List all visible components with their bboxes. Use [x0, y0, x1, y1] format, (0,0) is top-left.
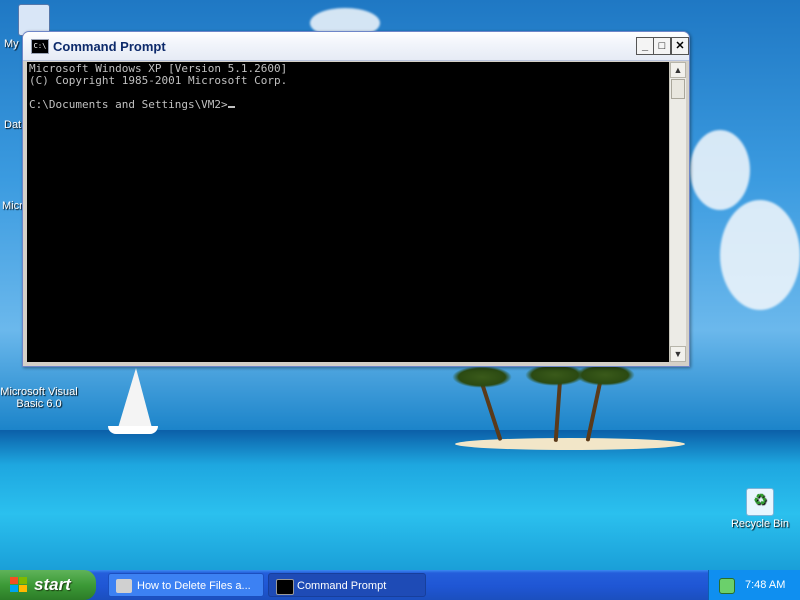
taskbar-item-label: Command Prompt	[297, 580, 387, 592]
window-title: Command Prompt	[53, 39, 166, 54]
start-button[interactable]: start	[0, 570, 96, 600]
minimize-button[interactable]: _	[636, 37, 654, 55]
desktop-icon-visual-basic[interactable]: Microsoft Visual Basic 6.0	[0, 362, 78, 422]
console-prompt: C:\Documents and Settings\VM2>	[29, 98, 228, 111]
sky-cloud	[690, 130, 750, 210]
text-cursor	[227, 106, 235, 108]
command-prompt-icon: C:\	[31, 39, 49, 54]
browser-icon	[116, 579, 132, 593]
scroll-up-button[interactable]: ▲	[670, 62, 686, 78]
recycle-bin-icon	[746, 488, 774, 516]
close-button[interactable]: ✕	[671, 37, 689, 55]
maximize-button[interactable]: □	[653, 37, 671, 55]
desktop-icon-label: Microsoft Visual Basic 6.0	[0, 386, 78, 410]
taskbar: start How to Delete Files a... Command P…	[0, 570, 800, 600]
command-prompt-icon	[276, 579, 294, 595]
network-icon[interactable]	[719, 578, 735, 594]
taskbar-item-browser[interactable]: How to Delete Files a...	[108, 573, 264, 597]
desktop-icon-recycle-bin[interactable]: Recycle Bin	[730, 488, 790, 530]
windows-logo-icon	[10, 577, 28, 593]
command-prompt-window[interactable]: C:\ Command Prompt _ □ ✕ Microsoft Windo…	[22, 31, 690, 367]
sailboat-sail	[118, 368, 152, 428]
console-output[interactable]: Microsoft Windows XP [Version 5.1.2600] …	[27, 62, 669, 362]
scroll-down-button[interactable]: ▼	[670, 346, 686, 362]
sailboat-hull	[108, 426, 158, 434]
console-prompt-line: C:\Documents and Settings\VM2>	[29, 99, 235, 111]
desktop-icon-label: Recycle Bin	[730, 518, 790, 530]
console-line: (C) Copyright 1985-2001 Microsoft Corp.	[29, 74, 288, 87]
palm-leaves	[575, 364, 635, 386]
sky-cloud	[720, 200, 800, 310]
taskbar-item-label: How to Delete Files a...	[137, 580, 251, 592]
clock[interactable]: 7:48 AM	[745, 570, 785, 600]
palm-leaves	[452, 366, 512, 388]
system-tray: 7:48 AM	[708, 570, 800, 600]
start-label: start	[34, 575, 71, 594]
scroll-thumb[interactable]	[671, 79, 685, 99]
window-titlebar[interactable]: C:\ Command Prompt _ □ ✕	[23, 32, 689, 61]
island-background	[455, 438, 685, 450]
vertical-scrollbar[interactable]: ▲ ▼	[669, 62, 686, 362]
taskbar-item-command-prompt[interactable]: Command Prompt	[268, 573, 426, 597]
sea-background	[0, 430, 800, 570]
